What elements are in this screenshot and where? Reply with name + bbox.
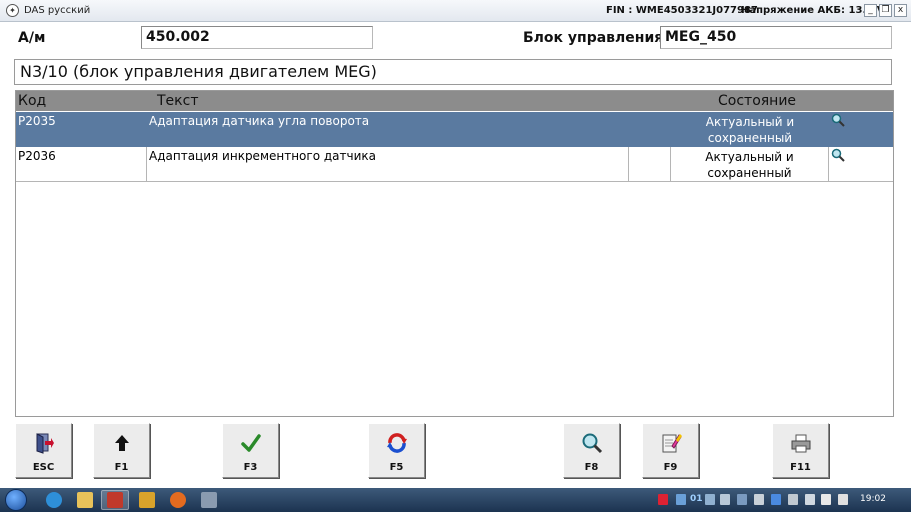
f9-button[interactable]: F9 bbox=[642, 423, 699, 478]
tray-sync-icon[interactable] bbox=[737, 494, 747, 505]
state-line-1: Актуальный и bbox=[705, 115, 795, 129]
f9-key-label: F9 bbox=[663, 462, 678, 473]
f1-button[interactable]: F1 bbox=[93, 423, 150, 478]
vmware-icon[interactable] bbox=[201, 492, 217, 508]
printer-icon bbox=[791, 434, 811, 453]
cell-state: Актуальный и сохраненный bbox=[671, 112, 829, 147]
tray-alert-icon[interactable] bbox=[658, 494, 668, 505]
mercedes-star-icon: ✦ bbox=[6, 4, 19, 17]
fault-code-table: Код Текст Состояние P2035 Адаптация датч… bbox=[15, 90, 894, 417]
media-player-icon[interactable] bbox=[139, 492, 155, 508]
vehicle-field: 450.002 bbox=[141, 26, 373, 49]
notepad-pen-icon bbox=[662, 434, 682, 453]
column-header-state[interactable]: Состояние bbox=[718, 93, 796, 109]
tray-printer-icon[interactable] bbox=[754, 494, 764, 505]
checkmark-icon bbox=[241, 434, 261, 452]
f8-key-label: F8 bbox=[584, 462, 599, 473]
f11-button[interactable]: F11 bbox=[772, 423, 829, 478]
refresh-icon bbox=[387, 433, 407, 453]
ecu-field: MEG_450 bbox=[660, 26, 892, 49]
minimize-button[interactable]: _ bbox=[864, 4, 877, 17]
tray-device-icon[interactable] bbox=[788, 494, 798, 505]
taskbar-clock[interactable]: 19:02 bbox=[860, 494, 886, 504]
exit-door-icon bbox=[36, 433, 54, 454]
column-header-text[interactable]: Текст bbox=[157, 93, 198, 109]
f5-button[interactable]: F5 bbox=[368, 423, 425, 478]
esc-button[interactable]: ESC bbox=[15, 423, 72, 478]
restore-button[interactable]: ❐ bbox=[879, 4, 892, 17]
esc-key-label: ESC bbox=[32, 462, 55, 473]
magnifier-icon[interactable] bbox=[831, 148, 845, 162]
state-line-1: Актуальный и bbox=[705, 150, 794, 164]
vehicle-label: А/м bbox=[18, 30, 46, 46]
f3-button[interactable]: F3 bbox=[222, 423, 279, 478]
f3-key-label: F3 bbox=[243, 462, 258, 473]
das-app-icon[interactable] bbox=[107, 492, 123, 508]
f1-key-label: F1 bbox=[114, 462, 129, 473]
cell-code: P2036 bbox=[16, 147, 147, 182]
cell-text: Адаптация датчика угла поворота bbox=[149, 114, 370, 128]
windows-taskbar: 01 19:02 bbox=[0, 488, 911, 512]
window-title: DAS русский bbox=[24, 5, 91, 16]
f5-key-label: F5 bbox=[389, 462, 404, 473]
cell-code: P2035 bbox=[18, 114, 56, 128]
title-bar: ✦ DAS русский FIN : WME4503321J077987 На… bbox=[0, 0, 911, 22]
cell-empty bbox=[629, 112, 671, 147]
internet-explorer-icon[interactable] bbox=[46, 492, 62, 508]
tray-phone-icon[interactable] bbox=[805, 494, 815, 505]
cell-state: Актуальный и сохраненный bbox=[671, 147, 829, 182]
ecu-label: Блок управления bbox=[523, 30, 664, 46]
tray-language[interactable]: 01 bbox=[690, 494, 703, 504]
table-header: Код Текст Состояние bbox=[16, 91, 893, 111]
table-row[interactable]: P2035 Адаптация датчика угла поворота Ак… bbox=[16, 112, 893, 147]
state-line-2: сохраненный bbox=[707, 166, 792, 180]
signal-strength-icon[interactable] bbox=[821, 494, 831, 505]
volume-icon[interactable] bbox=[838, 494, 848, 505]
battery-voltage-readout: Напряжение АКБ: 13.5 V bbox=[741, 5, 885, 16]
state-line-2: сохраненный bbox=[707, 131, 793, 145]
close-button[interactable]: x bbox=[894, 4, 907, 17]
tray-network-icon[interactable] bbox=[676, 494, 686, 505]
column-header-code[interactable]: Код bbox=[18, 93, 46, 109]
start-button[interactable] bbox=[5, 489, 27, 511]
table-row[interactable]: P2036 Адаптация инкрементного датчика Ак… bbox=[16, 147, 893, 182]
magnifier-icon bbox=[582, 433, 603, 454]
cell-text: Адаптация инкрементного датчика bbox=[147, 147, 629, 182]
cell-empty bbox=[629, 147, 671, 182]
f11-key-label: F11 bbox=[790, 462, 811, 473]
ecu-title: N3/10 (блок управления двигателем MEG) bbox=[14, 59, 892, 85]
file-explorer-icon[interactable] bbox=[77, 492, 93, 508]
f8-button[interactable]: F8 bbox=[563, 423, 620, 478]
bluetooth-icon[interactable] bbox=[771, 494, 781, 505]
arrow-up-icon bbox=[115, 435, 129, 451]
firefox-icon[interactable] bbox=[170, 492, 186, 508]
tray-keyboard-icon[interactable] bbox=[705, 494, 715, 505]
magnifier-icon[interactable] bbox=[831, 113, 845, 127]
tray-lock-icon[interactable] bbox=[720, 494, 730, 505]
fin-readout: FIN : WME4503321J077987 bbox=[606, 5, 758, 16]
